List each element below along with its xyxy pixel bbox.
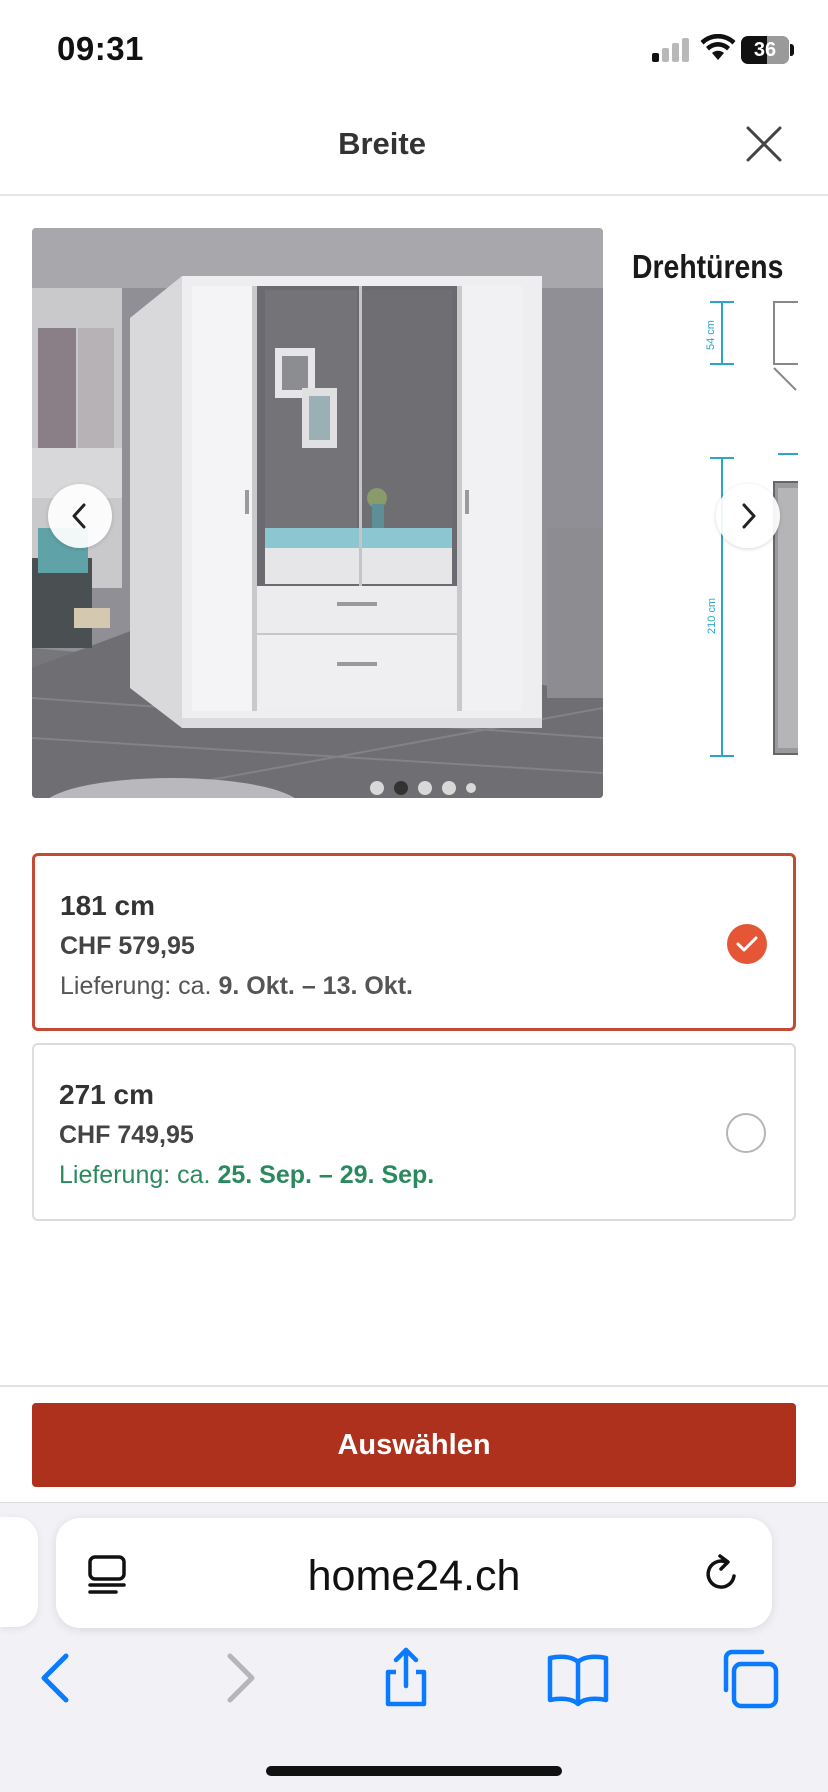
status-bar: 09:31 36 — [0, 0, 828, 100]
tabs-icon[interactable] — [718, 1646, 782, 1710]
battery-icon: 36 — [741, 36, 789, 64]
option-size: 271 cm — [59, 1079, 154, 1110]
option-size: 181 cm — [60, 890, 155, 921]
delivery-dates: 25. Sep. – 29. Sep. — [217, 1161, 435, 1189]
gallery-next-button[interactable] — [716, 484, 780, 548]
battery-nub — [790, 44, 794, 56]
wifi-icon — [700, 34, 736, 60]
bookmarks-icon[interactable] — [546, 1646, 610, 1710]
battery-percentage: 36 — [753, 38, 777, 61]
back-icon[interactable] — [28, 1646, 92, 1710]
chevron-left-icon — [72, 503, 86, 529]
wardrobe-photo — [32, 228, 603, 798]
status-time: 09:31 — [57, 30, 144, 67]
previous-tab-preview[interactable] — [0, 1517, 38, 1627]
checkmark-icon — [736, 936, 758, 952]
delivery-prefix: Lieferung: ca. — [59, 1161, 211, 1189]
width-option-271[interactable]: 271 cm CHF 749,95 Lieferung: ca. 25. Sep… — [32, 1043, 796, 1221]
forward-icon[interactable] — [204, 1646, 268, 1710]
dimension-label-height: 210 cm — [706, 598, 718, 634]
sheet-title: Breite — [338, 126, 426, 161]
delivery-prefix: Lieferung: ca. — [60, 972, 212, 1000]
address-bar[interactable]: home24.ch — [56, 1518, 772, 1628]
footer-divider — [0, 1385, 828, 1387]
select-button[interactable]: Auswählen — [32, 1403, 796, 1487]
delivery-dates: 9. Okt. – 13. Okt. — [218, 972, 413, 1000]
reload-icon[interactable] — [700, 1552, 744, 1596]
dimension-label-depth: 54 cm — [705, 320, 717, 350]
option-delivery: Lieferung: ca. 9. Okt. – 13. Okt. — [60, 972, 413, 1001]
cellular-signal-icon — [652, 38, 690, 62]
gallery-prev-button[interactable] — [48, 484, 112, 548]
drawing-title: Drehtürens — [632, 248, 784, 285]
gallery-dot[interactable] — [370, 781, 384, 795]
option-radio-unchecked[interactable] — [726, 1113, 766, 1153]
width-option-181[interactable]: 181 cm CHF 579,95 Lieferung: ca. 9. Okt.… — [32, 853, 796, 1031]
home-indicator — [266, 1766, 562, 1776]
option-delivery: Lieferung: ca. 25. Sep. – 29. Sep. — [59, 1161, 434, 1190]
share-icon[interactable] — [374, 1646, 438, 1710]
sheet-header: Breite — [0, 100, 828, 196]
option-radio-checked[interactable] — [727, 924, 767, 964]
option-price: CHF 579,95 — [60, 932, 195, 960]
gallery-dot[interactable] — [442, 781, 456, 795]
image-gallery[interactable]: Drehtürens 54 cm 210 cm — [0, 228, 828, 800]
gallery-dot-active[interactable] — [394, 781, 408, 795]
close-icon[interactable] — [742, 122, 786, 166]
chevron-right-icon — [742, 503, 756, 529]
option-price: CHF 749,95 — [59, 1121, 194, 1149]
gallery-dot[interactable] — [418, 781, 432, 795]
gallery-pagination — [370, 781, 476, 795]
url-text: home24.ch — [307, 1552, 521, 1600]
gallery-dot[interactable] — [466, 783, 476, 793]
